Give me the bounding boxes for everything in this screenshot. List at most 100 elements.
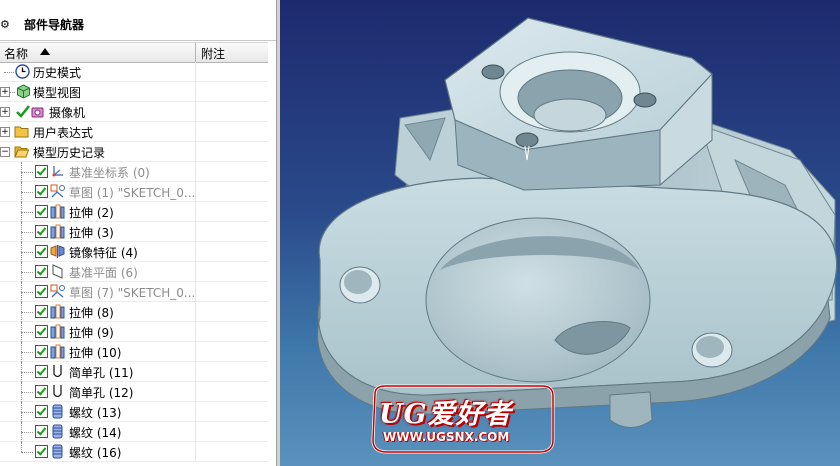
tree-connector [21,372,33,373]
tree-row-model-views[interactable]: + 模型视图 [0,82,268,102]
sketch-icon [50,184,65,198]
camera-icon [31,107,44,118]
tree-row-label: 草图 (1) "SKETCH_0... [69,186,196,200]
tree-row-label: 螺纹 (14) [69,426,122,440]
tree-connector [21,432,33,433]
tree-row-user-expressions[interactable]: + 用户表达式 [0,122,268,142]
visibility-checkbox[interactable] [35,385,48,398]
extrude-icon [50,204,65,219]
watermark-title: UG爱好者 [379,399,512,430]
expand-toggle[interactable]: + [0,127,10,137]
part-navigator: ⚙ 部件导航器 名称 附注 历史模式 + 模型视图 + 摄像机 + 用户表达式 … [0,0,276,466]
tree-connector [21,292,33,293]
tree-row-feature[interactable]: 草图 (1) "SKETCH_0... [0,182,268,202]
tree-row-feature[interactable]: 拉伸 (8) [0,302,268,322]
graphics-viewport[interactable] [280,0,840,466]
tree-row-label: 基准坐标系 (0) [69,166,150,180]
part-model-3d[interactable] [280,0,840,466]
extrude-icon [50,224,65,239]
tree-row-cameras[interactable]: + 摄像机 [0,102,268,122]
tree-row-history-mode[interactable]: 历史模式 [0,62,268,82]
visibility-checkbox[interactable] [35,325,48,338]
tree-connector [21,452,33,453]
datum-csys-icon [52,166,63,177]
column-name-header[interactable]: 名称 [4,45,28,62]
tree-row-label: 历史模式 [33,66,82,80]
visibility-checkbox[interactable] [35,245,48,258]
mirror-feature-icon [50,245,65,258]
sketch-icon [50,284,65,298]
tree-row-label: 简单孔 (11) [69,366,134,380]
visibility-checkbox[interactable] [35,445,48,458]
tree-connector [21,412,33,413]
tree-row-label: 螺纹 (13) [69,406,122,420]
tree-row-model-history[interactable]: − 模型历史记录 [0,142,268,162]
extrude-icon [50,324,65,339]
tree-connector [21,232,33,233]
watermark-logo: UG爱好者 WWW.UGSNX.COM [367,382,557,462]
collapse-toggle[interactable]: − [0,147,10,157]
tree-row-feature[interactable]: 简单孔 (12) [0,382,268,402]
tree-row-feature[interactable]: 简单孔 (11) [0,362,268,382]
visibility-checkbox[interactable] [35,405,48,418]
navigator-titlebar: ⚙ 部件导航器 [0,0,276,41]
column-divider[interactable] [195,43,196,62]
tree-row-label: 摄像机 [49,106,86,120]
tree-row-label: 螺纹 (16) [69,446,122,460]
visibility-checkbox[interactable] [35,205,48,218]
tree-row-label: 拉伸 (3) [69,226,114,240]
visibility-checkbox[interactable] [35,425,48,438]
tree-connector [21,442,22,452]
tree-row-label: 简单孔 (12) [69,386,134,400]
tree-row-feature[interactable]: 基准坐标系 (0) [0,162,268,182]
tree-row-feature[interactable]: 镜像特征 (4) [0,242,268,262]
tree-row-feature[interactable]: 草图 (7) "SKETCH_0... [0,282,268,302]
tree-row-feature[interactable]: 基准平面 (6) [0,262,268,282]
tree-row-label: 模型历史记录 [33,146,106,160]
tree-connector [21,272,33,273]
visibility-checkbox[interactable] [35,365,48,378]
tree-connector [21,252,33,253]
clock-icon [15,64,30,79]
visibility-checkbox[interactable] [35,345,48,358]
visibility-checkbox[interactable] [35,265,48,278]
visibility-checkbox[interactable] [35,225,48,238]
tree-row-feature[interactable]: 螺纹 (14) [0,422,268,442]
column-note-header[interactable]: 附注 [201,45,225,62]
visibility-checkbox[interactable] [35,285,48,298]
tree-row-label: 基准平面 (6) [69,266,138,280]
tree-connector [21,172,33,173]
sort-ascending-icon [40,48,50,55]
thread-icon [52,444,63,459]
gear-icon: ⚙ [0,18,10,31]
tree-row-feature[interactable]: 拉伸 (10) [0,342,268,362]
tree-connector [21,332,33,333]
tree-row-feature[interactable]: 拉伸 (2) [0,202,268,222]
tree-row-label: 模型视图 [33,86,82,100]
cube-view-icon [17,84,30,99]
navigator-title: 部件导航器 [24,18,85,32]
visibility-checkbox[interactable] [35,185,48,198]
tree-connector [21,352,33,353]
hole-icon [53,365,62,378]
folder-open-icon [14,146,29,158]
tree-row-feature[interactable]: 螺纹 (16) [0,442,268,462]
tree-connector [21,212,33,213]
watermark-url: WWW.UGSNX.COM [383,430,510,444]
folder-icon [14,126,29,138]
column-header: 名称 附注 [0,42,268,63]
visibility-checkbox[interactable] [35,305,48,318]
tree-row-label: 拉伸 (10) [69,346,122,360]
hole-icon [53,385,62,398]
datum-plane-icon [52,264,63,279]
tree-connector [21,312,33,313]
tree-row-feature[interactable]: 螺纹 (13) [0,402,268,422]
visibility-checkbox[interactable] [35,165,48,178]
tree-row-label: 拉伸 (2) [69,206,114,220]
tree-row-feature[interactable]: 拉伸 (3) [0,222,268,242]
expand-toggle[interactable]: + [0,87,10,97]
expand-toggle[interactable]: + [0,107,10,117]
extrude-icon [50,304,65,319]
tree-row-feature[interactable]: 拉伸 (9) [0,322,268,342]
tree-row-label: 草图 (7) "SKETCH_0... [69,286,196,300]
